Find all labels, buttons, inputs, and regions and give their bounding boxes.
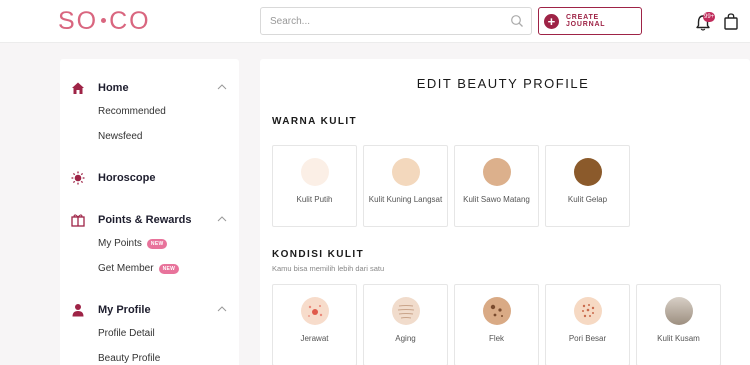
skin-tone-label: Kulit Kuning Langsat <box>368 195 443 204</box>
search-input[interactable] <box>261 8 501 34</box>
skin-tone-card[interactable]: Kulit Putih <box>272 145 357 227</box>
sidebar-item-newsfeed[interactable]: Newsfeed <box>98 131 142 142</box>
chevron-up-icon[interactable] <box>217 83 227 91</box>
sidebar-item-label: My Profile <box>98 304 151 316</box>
sidebar-item-label: Home <box>98 82 129 94</box>
page-title: EDIT BEAUTY PROFILE <box>416 76 590 91</box>
wrinkle-icon <box>392 297 420 325</box>
sidebar-item-label: Horoscope <box>98 172 156 184</box>
skin-condition-label: Kulit Kusam <box>657 334 700 343</box>
home-icon <box>72 82 84 94</box>
chevron-up-icon[interactable] <box>217 305 227 313</box>
sidebar-item-my-profile[interactable]: My Profile <box>71 303 231 317</box>
logo[interactable]: SO CO <box>58 7 151 36</box>
chevron-up-icon[interactable] <box>217 215 227 223</box>
create-journal-label: CREATE JOURNAL <box>565 14 606 28</box>
pores-icon <box>574 297 602 325</box>
skin-condition-label: Flek <box>488 334 505 343</box>
skin-condition-card[interactable]: Aging <box>363 284 448 365</box>
dull-skin-icon <box>665 297 693 325</box>
skin-tone-swatch <box>392 158 420 186</box>
sidebar-item-profile-detail[interactable]: Profile Detail <box>98 328 155 339</box>
notification-badge: 99+ <box>703 12 716 22</box>
sidebar-item-points-rewards[interactable]: Points & Rewards <box>71 213 231 227</box>
new-badge: NEW <box>146 238 168 249</box>
sidebar-item-horoscope[interactable]: Horoscope <box>71 171 231 185</box>
sidebar-item-label: My Points <box>98 238 142 249</box>
acne-icon <box>301 297 329 325</box>
sidebar-item-label: Points & Rewards <box>98 214 192 226</box>
search-box[interactable] <box>260 7 532 35</box>
sidebar-item-home[interactable]: Home <box>71 81 231 95</box>
skin-tone-swatch <box>301 158 329 186</box>
top-bar: SOCO + CREATE JOURNAL 99+ <box>0 0 750 43</box>
skin-condition-card[interactable]: Pori Besar <box>545 284 630 365</box>
skin-condition-card[interactable]: Flek <box>454 284 539 365</box>
create-journal-button[interactable]: + CREATE JOURNAL <box>538 7 642 35</box>
sun-icon <box>71 171 85 185</box>
sidebar: Home Recommended Newsfeed Horoscope Poin… <box>60 59 239 365</box>
gift-icon <box>71 214 85 227</box>
skin-tone-label: Kulit Putih <box>296 195 333 204</box>
skin-condition-card[interactable]: Kulit Kusam <box>636 284 721 365</box>
skin-condition-subtitle: Kamu bisa memilih lebih dari satu <box>272 264 385 273</box>
skin-tone-swatch <box>483 158 511 186</box>
skin-tone-label: Kulit Gelap <box>567 195 608 204</box>
shopping-bag-icon[interactable] <box>724 13 738 30</box>
skin-tone-card[interactable]: Kulit Kuning Langsat <box>363 145 448 227</box>
sidebar-item-get-member[interactable]: Get Member NEW <box>98 263 180 274</box>
skin-condition-label: Jerawat <box>300 334 329 343</box>
sidebar-item-beauty-profile[interactable]: Beauty Profile <box>98 353 160 364</box>
skin-tone-label: Kulit Sawo Matang <box>463 195 530 204</box>
search-icon[interactable] <box>510 14 524 28</box>
user-icon <box>72 304 84 317</box>
skin-tone-card[interactable]: Kulit Gelap <box>545 145 630 227</box>
new-badge: NEW <box>158 263 180 274</box>
plus-icon: + <box>544 13 559 29</box>
skin-tone-title: WARNA KULIT <box>272 116 358 127</box>
skin-condition-card[interactable]: Jerawat <box>272 284 357 365</box>
skin-tone-card[interactable]: Kulit Sawo Matang <box>454 145 539 227</box>
sidebar-item-recommended[interactable]: Recommended <box>98 106 166 117</box>
spots-icon <box>483 297 511 325</box>
skin-condition-title: KONDISI KULIT <box>272 249 365 260</box>
main-panel: EDIT BEAUTY PROFILE WARNA KULIT Kulit Pu… <box>260 59 750 365</box>
sidebar-item-my-points[interactable]: My Points NEW <box>98 238 168 249</box>
skin-tone-swatch <box>574 158 602 186</box>
skin-condition-label: Pori Besar <box>568 334 607 343</box>
skin-condition-label: Aging <box>395 334 416 343</box>
sidebar-item-label: Get Member <box>98 263 154 274</box>
